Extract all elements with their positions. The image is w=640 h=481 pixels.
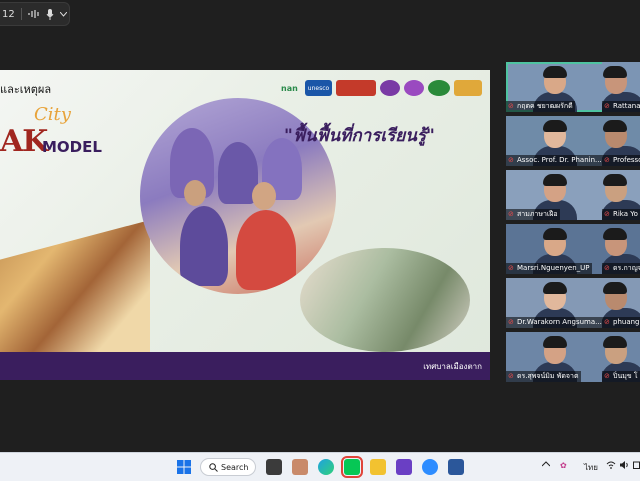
participant-tile[interactable]: ⊘ ดร.สุพจน์มิม พัดจาต bbox=[506, 332, 604, 382]
photos-icon[interactable] bbox=[292, 459, 308, 475]
participant-hair bbox=[603, 174, 627, 186]
participant-tile[interactable]: ⊘ Rattana bbox=[602, 62, 640, 112]
participant-tile[interactable]: ⊘ กฤตค ชยาฒผรักดี bbox=[506, 62, 604, 112]
participant-tile[interactable]: ⊘ Marsri.Nguenyen_UP bbox=[506, 224, 604, 274]
participant-hair bbox=[603, 228, 627, 240]
nan-logo: nan bbox=[281, 83, 298, 93]
divider bbox=[20, 8, 22, 20]
chevron-down-icon[interactable] bbox=[59, 11, 67, 17]
muted-mic-icon: ⊘ bbox=[604, 372, 610, 380]
zoom-icon[interactable] bbox=[422, 459, 438, 475]
meeting-control-bar: 12 bbox=[0, 2, 70, 26]
chevron-up-icon[interactable] bbox=[542, 461, 550, 467]
windows-start-icon[interactable] bbox=[176, 459, 192, 475]
participant-hair bbox=[603, 282, 627, 294]
muted-mic-icon: ⊘ bbox=[508, 156, 514, 164]
unesco-logo: unesco bbox=[304, 80, 333, 96]
participant-hair bbox=[543, 228, 567, 240]
participant-name: Marsri.Nguenyen_UP bbox=[506, 263, 592, 274]
purple-flower-logo bbox=[404, 80, 425, 96]
participant-hair bbox=[543, 336, 567, 348]
search-icon bbox=[209, 462, 218, 472]
task-view-icon[interactable] bbox=[266, 459, 282, 475]
slide-slogan: "ฟื้นฟื้นที่การเรียนรู้" bbox=[284, 126, 435, 146]
participant-tile[interactable]: ⊘ ปิ่นมุข โ bbox=[602, 332, 640, 382]
search-label: Search bbox=[221, 462, 249, 472]
participant-hair bbox=[543, 66, 567, 78]
participant-tile[interactable]: ⊘ Assoc. Prof. Dr. Phanin... bbox=[506, 116, 604, 166]
edge-icon[interactable] bbox=[318, 459, 334, 475]
participant-hair bbox=[543, 174, 567, 186]
tray-app-icon[interactable]: ✿ bbox=[560, 461, 572, 471]
wifi-icon[interactable] bbox=[606, 461, 616, 469]
slide-heading-city: City bbox=[34, 104, 71, 125]
slide-heading-model: MODEL bbox=[42, 138, 102, 156]
slide-bottom-band bbox=[0, 352, 490, 380]
seal-logo bbox=[380, 80, 401, 96]
muted-mic-icon: ⊘ bbox=[508, 318, 514, 326]
participant-name: กฤตค ชยาฒผรักดี bbox=[506, 101, 575, 112]
muted-mic-icon: ⊘ bbox=[604, 318, 610, 326]
slide-heading-ak: AK bbox=[0, 124, 48, 159]
participant-hair bbox=[603, 336, 627, 348]
participant-hair bbox=[603, 66, 627, 78]
participant-hair bbox=[543, 120, 567, 132]
word-icon[interactable] bbox=[448, 459, 464, 475]
battery-icon[interactable] bbox=[633, 461, 640, 469]
taskbar-search[interactable]: Search bbox=[200, 458, 256, 476]
green-seal-logo bbox=[428, 80, 451, 96]
students-photo-collage bbox=[300, 248, 470, 352]
participant-tile[interactable]: ⊘ Rika Yo bbox=[602, 170, 640, 220]
partner-logos: nan unesco bbox=[278, 80, 483, 96]
muted-mic-icon: ⊘ bbox=[604, 102, 610, 110]
participant-name: ดร.สุพจน์มิม พัดจาต bbox=[506, 371, 581, 382]
participant-tile[interactable]: ⊘ Dr.Warakorn Angsuma... bbox=[506, 278, 604, 328]
muted-mic-icon: ⊘ bbox=[508, 210, 514, 218]
muted-mic-icon: ⊘ bbox=[508, 102, 514, 110]
muted-mic-icon: ⊘ bbox=[604, 264, 610, 272]
participant-tile[interactable]: ⊘ ดร.กาญจ bbox=[602, 224, 640, 274]
food-photo-collage bbox=[0, 220, 150, 352]
muted-mic-icon: ⊘ bbox=[604, 156, 610, 164]
participant-tile[interactable]: ⊘ สามภาษาเฝือ bbox=[506, 170, 604, 220]
participant-hair bbox=[543, 282, 567, 294]
festival-logo bbox=[454, 80, 483, 96]
line-app-icon[interactable] bbox=[341, 456, 363, 478]
participant-hair bbox=[603, 120, 627, 132]
app-icon[interactable] bbox=[396, 459, 412, 475]
participant-tile[interactable]: ⊘ phuang bbox=[602, 278, 640, 328]
participant-name: Dr.Warakorn Angsuma... bbox=[506, 317, 602, 328]
muted-mic-icon: ⊘ bbox=[508, 264, 514, 272]
windows-taskbar: Search ✿ ไทย bbox=[0, 452, 640, 481]
muted-mic-icon: ⊘ bbox=[508, 372, 514, 380]
muted-mic-icon: ⊘ bbox=[604, 210, 610, 218]
tray-language[interactable]: ไทย bbox=[584, 461, 598, 474]
slide-heading-top: และเหตุผล bbox=[0, 83, 52, 96]
participant-name: Assoc. Prof. Dr. Phanin... bbox=[506, 155, 602, 166]
slide-caption: เทศบาลเมืองตาก bbox=[423, 362, 482, 371]
speaker-icon[interactable] bbox=[620, 461, 629, 469]
shared-screen-slide: และเหตุผล City AK MODEL "ฟื้นฟื้นที่การเ… bbox=[0, 70, 490, 380]
participant-count[interactable]: 12 bbox=[2, 9, 15, 20]
file-explorer-icon[interactable] bbox=[370, 459, 386, 475]
microphone-icon[interactable] bbox=[46, 8, 54, 20]
participant-name: สามภาษาเฝือ bbox=[506, 209, 560, 220]
institute-logo bbox=[336, 80, 377, 96]
sound-wave-icon[interactable] bbox=[28, 9, 40, 19]
participant-tile[interactable]: ⊘ Professo bbox=[602, 116, 640, 166]
participant-gallery: ⊘ กฤตค ชยาฒผรักดี ⊘ Rattana ⊘ Assoc. Prof. Dr… bbox=[498, 62, 640, 388]
